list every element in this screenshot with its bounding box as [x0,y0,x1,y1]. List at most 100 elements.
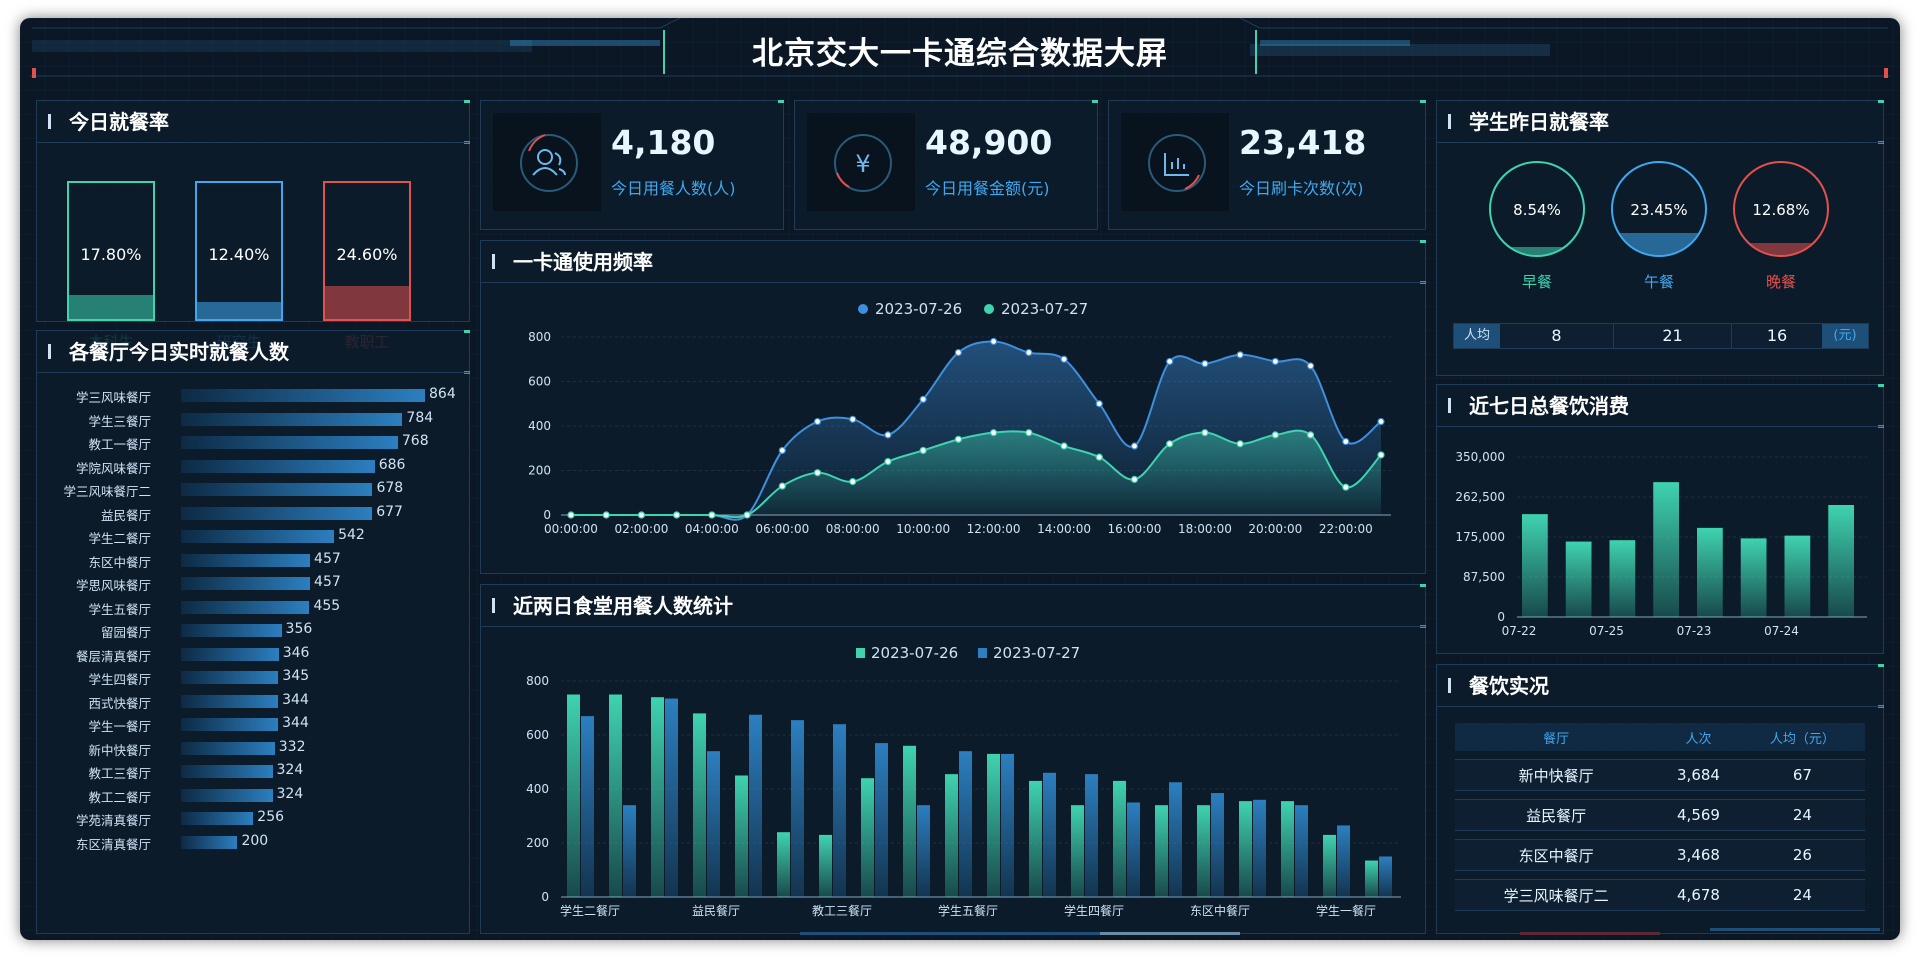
ring-1: 23.45% [1611,161,1707,257]
bar [1784,535,1811,617]
restaurant-name: 益民餐厅 [100,507,151,523]
bar [1001,753,1014,897]
table-cell: 24 [1739,799,1865,831]
table-cell: 东区中餐厅 [1455,839,1658,871]
legend-marker [984,304,994,314]
restaurant-bar [181,835,238,849]
restaurant-name: 学生五餐厅 [88,601,151,617]
data-point [919,446,927,455]
list-item: 西式快餐厅 344 [57,692,457,711]
bar [749,714,762,897]
data-point [673,511,681,519]
data-point [884,431,892,439]
gauge-fill [69,294,153,319]
page-title: 北京交大一卡通综合数据大屏 [752,36,1168,72]
restaurant-value: 345 [282,668,310,684]
usage-line-chart: 0 200 400 600 800 00:00:00 02:00:00 04:00:00 06:… [528,300,1391,536]
list-item: 学生三餐厅 784 [57,410,457,429]
bar [987,753,1000,897]
bar [1169,782,1182,897]
data-point [778,482,786,490]
restaurant-bar [181,483,373,496]
restaurant-value: 324 [276,762,304,778]
restaurant-name: 学生二餐厅 [88,531,151,546]
bar [609,694,622,897]
restaurant-bar [181,553,311,567]
legend-label: 2023-07-27 [1001,300,1088,318]
bar [819,834,832,897]
ring-fill [1613,233,1705,255]
bar [1365,860,1378,897]
data-point [1201,429,1209,437]
stat-label: 今日用餐金额(元) [925,179,1050,198]
yuan-icon: ¥ [834,134,892,192]
data-point [884,458,892,466]
y-tick-label: 200 [526,836,549,850]
bar [1337,825,1350,897]
restaurant-value: 346 [282,644,310,661]
restaurant-name: 西式快餐厅 [88,695,151,711]
x-tick-label: 22:00:00 [1319,522,1373,536]
list-item: 学生五餐厅 455 [57,597,457,617]
ring-value: 12.68% [1752,201,1810,219]
restaurant-name: 学三风味餐厅 [75,390,151,405]
table-cell: 24 [1739,879,1865,911]
bar [833,724,846,897]
restaurant-value: 356 [285,621,313,637]
data-point [1095,453,1103,461]
restaurant-bar [181,765,273,778]
per-capita-row: 人均 8 21 16 (元) [1453,323,1869,349]
restaurant-bar [181,530,335,543]
restaurant-value: 455 [313,597,341,614]
list-item: 餐层清真餐厅 346 [57,644,457,664]
table-cell: 4,569 [1657,799,1740,831]
data-point [1166,357,1174,366]
data-point [1377,451,1385,459]
panel-title: 今日就餐率 [37,101,469,143]
restaurant-name: 学院风味餐厅 [75,460,151,476]
weekly-bar-chart: 0 87,500 175,000 262,500 350,000 07-22 07-25 07… [1455,450,1867,638]
restaurant-bar [181,506,373,520]
gauge-2: 24.60% [323,181,411,321]
y-tick-label: 800 [528,330,551,344]
gauge-value: 24.60% [336,245,398,264]
bar [707,751,720,897]
x-tick-label: 07-22 [1502,624,1537,638]
x-tick-label: 20:00:00 [1248,522,1302,536]
legend-label: 2023-07-27 [993,644,1080,662]
data-point [954,348,962,357]
bar [1239,801,1252,897]
x-tick-label: 14:00:00 [1037,522,1091,536]
x-tick-label: 12:00:00 [967,522,1021,536]
table-header: 人次 [1657,723,1740,751]
y-tick-label: 0 [543,508,551,522]
restaurant-name: 东区中餐厅 [88,554,151,570]
data-point [954,435,962,443]
bar [735,775,748,897]
restaurant-name: 学三风味餐厅二 [63,484,151,499]
table-cell: 学三风味餐厅二 [1455,879,1658,911]
bar [1379,856,1392,897]
legend-label: 2023-07-26 [871,644,958,662]
stat-value: 48,900 [925,123,1053,162]
per-capita-lunch: 21 [1614,324,1732,348]
bar [1697,527,1723,617]
bar [1029,780,1042,897]
gauge-0: 17.80% [67,181,155,321]
restaurant-bar [181,647,279,661]
restaurant-bar [181,788,273,802]
bar [861,778,874,897]
per-capita-label: 人均 [1454,324,1500,348]
restaurant-value: 200 [241,832,269,849]
bar [1127,802,1140,897]
list-item: 留园餐厅 356 [57,621,457,640]
dashboard-screen: 北京交大一卡通综合数据大屏 今日就餐率 17.80%本科生12.40%研究生24… [20,18,1900,940]
restaurant-bar [181,459,375,473]
data-point [1306,431,1315,439]
x-tick-label: 16:00:00 [1108,522,1162,536]
table-cell: 67 [1739,759,1865,791]
data-point [743,511,751,519]
realtime-dining-panel: 餐饮实况 餐厅 人次 人均（元） 新中快餐厅 3,684 67 益民餐厅 4,569 2… [1436,664,1884,934]
stat-card-diners: 4,180 今日用餐人数(人) [480,100,784,230]
bar [791,720,804,897]
